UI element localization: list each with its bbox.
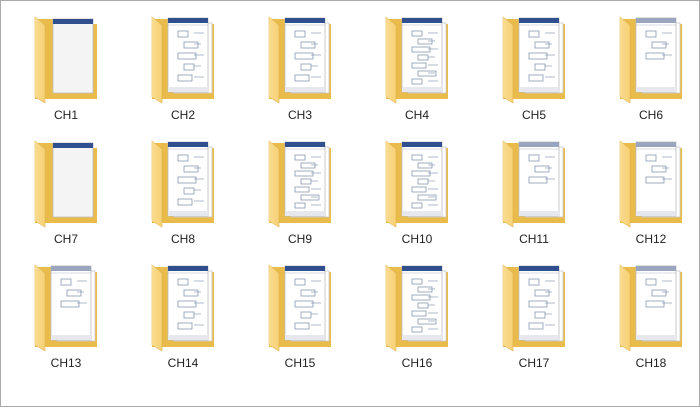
folder-label: CH13 xyxy=(50,356,82,370)
folder-label: CH12 xyxy=(635,232,667,246)
folder-icon xyxy=(619,140,682,228)
folder-label: CH15 xyxy=(284,356,316,370)
folder-label: CH7 xyxy=(53,232,78,246)
folder-label: CH16 xyxy=(401,356,433,370)
folder-label: CH10 xyxy=(401,232,433,246)
folder-icon xyxy=(619,264,682,352)
folder-icon xyxy=(268,140,331,228)
folder-ch15[interactable]: CH15 xyxy=(255,261,345,379)
folder-icon xyxy=(502,264,565,352)
folder-icon xyxy=(151,140,214,228)
folder-ch17[interactable]: CH17 xyxy=(489,261,579,379)
folder-icon xyxy=(151,16,214,104)
folder-icon xyxy=(268,264,331,352)
folder-label: CH8 xyxy=(170,232,195,246)
folder-icon xyxy=(34,16,97,104)
folder-ch12[interactable]: CH12 xyxy=(606,137,696,255)
folder-icon xyxy=(385,264,448,352)
folder-icon xyxy=(502,140,565,228)
folder-label: CH14 xyxy=(167,356,199,370)
folder-label: CH1 xyxy=(53,108,78,122)
file-explorer-window: CH1 CH2 CH3 CH4 CH5 CH6 CH7 CH8 CH9 CH10… xyxy=(0,0,700,407)
folder-ch13[interactable]: CH13 xyxy=(21,261,111,379)
folder-ch14[interactable]: CH14 xyxy=(138,261,228,379)
folder-label: CH18 xyxy=(635,356,667,370)
folder-ch10[interactable]: CH10 xyxy=(372,137,462,255)
folder-ch16[interactable]: CH16 xyxy=(372,261,462,379)
folder-label: CH11 xyxy=(519,232,549,246)
folder-icon xyxy=(268,16,331,104)
folder-ch7[interactable]: CH7 xyxy=(21,137,111,255)
folder-icon xyxy=(151,264,214,352)
folder-icon xyxy=(34,264,97,352)
folder-ch1[interactable]: CH1 xyxy=(21,13,111,131)
folder-icon xyxy=(619,16,682,104)
folder-ch11[interactable]: CH11 xyxy=(489,137,579,255)
folder-ch18[interactable]: CH18 xyxy=(606,261,696,379)
folder-label: CH6 xyxy=(638,108,663,122)
folder-icon xyxy=(385,140,448,228)
folder-label: CH4 xyxy=(404,108,429,122)
folder-label: CH2 xyxy=(170,108,195,122)
folder-label: CH5 xyxy=(521,108,546,122)
folder-ch6[interactable]: CH6 xyxy=(606,13,696,131)
folder-ch4[interactable]: CH4 xyxy=(372,13,462,131)
folder-label: CH9 xyxy=(287,232,312,246)
folder-label: CH3 xyxy=(287,108,312,122)
folder-icon xyxy=(502,16,565,104)
folder-icon xyxy=(34,140,97,228)
folder-ch5[interactable]: CH5 xyxy=(489,13,579,131)
folder-ch8[interactable]: CH8 xyxy=(138,137,228,255)
folder-ch2[interactable]: CH2 xyxy=(138,13,228,131)
folder-ch9[interactable]: CH9 xyxy=(255,137,345,255)
folder-icon xyxy=(385,16,448,104)
folder-ch3[interactable]: CH3 xyxy=(255,13,345,131)
folder-label: CH17 xyxy=(518,356,550,370)
folder-grid: CH1 CH2 CH3 CH4 CH5 CH6 CH7 CH8 CH9 CH10… xyxy=(1,1,699,406)
